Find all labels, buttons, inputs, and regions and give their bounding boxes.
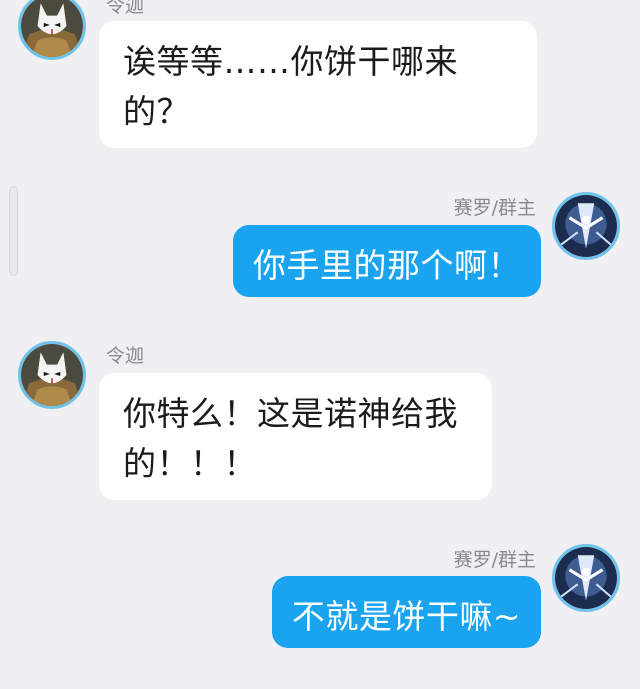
sender-name: 赛罗/群主: [453, 549, 536, 571]
sailuo-avatar-icon[interactable]: [552, 192, 620, 260]
scrollbar-handle[interactable]: [9, 186, 18, 276]
message-bubble[interactable]: 不就是饼干嘛~: [271, 576, 541, 648]
message-bubble[interactable]: 你手里的那个啊！: [233, 225, 541, 297]
lingjia-avatar-icon[interactable]: [18, 341, 86, 409]
sender-name: 令迦: [106, 0, 145, 17]
message-bubble[interactable]: 你特么！这是诺神给我的！！！: [99, 373, 492, 500]
sailuo-avatar-icon[interactable]: [552, 544, 620, 612]
lingjia-avatar-icon[interactable]: [18, 0, 86, 60]
message-bubble[interactable]: 诶等等……你饼干哪来的？: [99, 21, 537, 148]
sender-name: 赛罗/群主: [453, 197, 536, 219]
chat-screen: { "messages": [ {"sender": "令迦", "direct…: [0, 0, 640, 689]
sender-name: 令迦: [106, 345, 145, 367]
